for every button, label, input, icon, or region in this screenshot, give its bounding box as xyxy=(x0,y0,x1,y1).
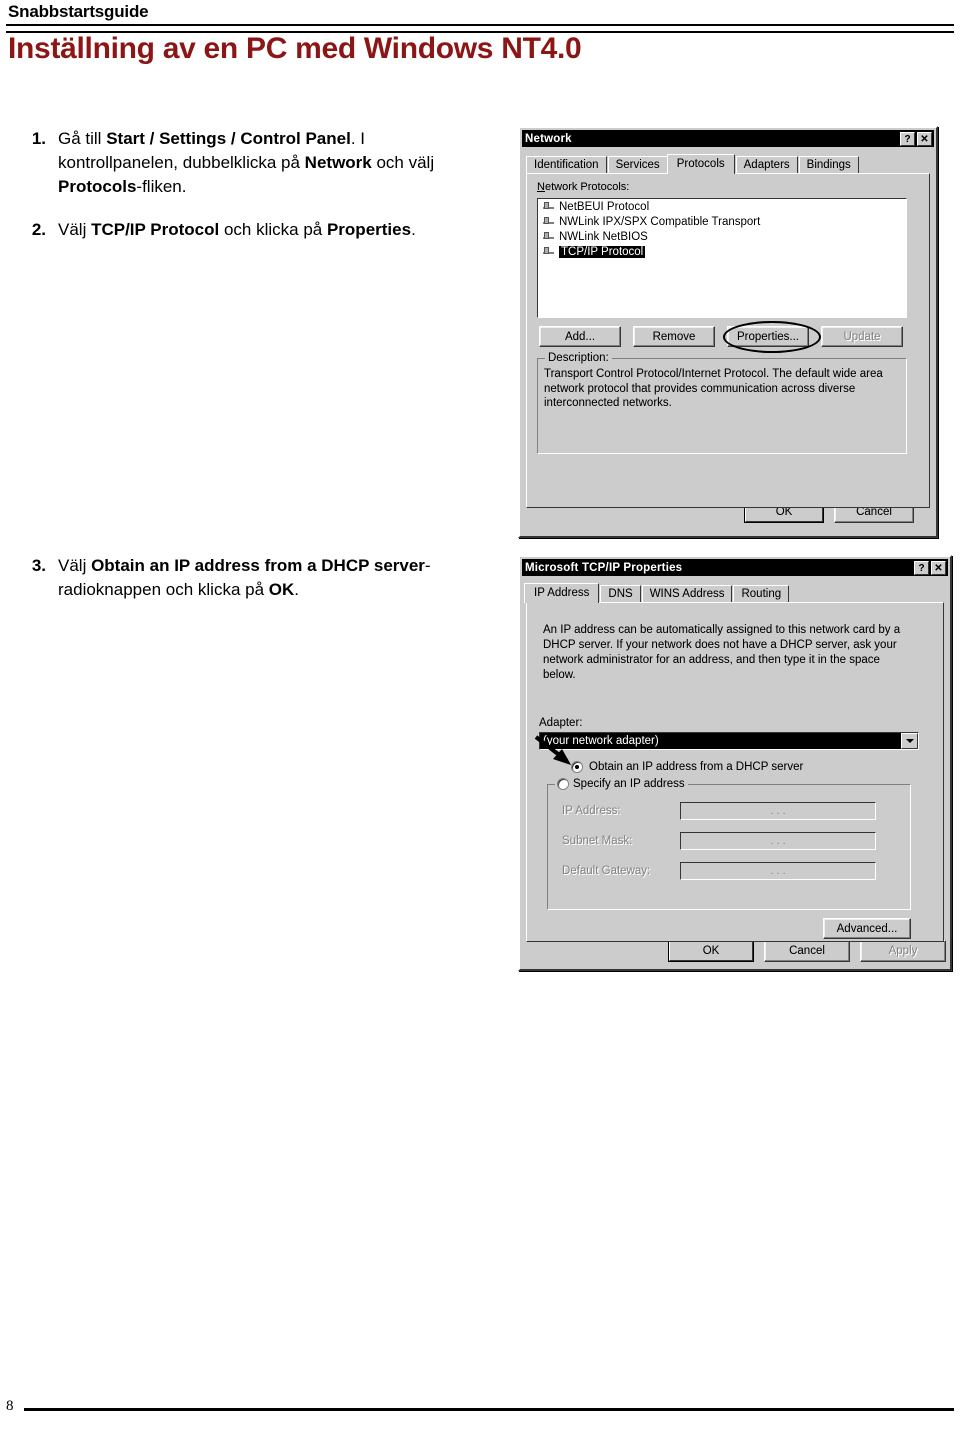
tab-identification[interactable]: Identification xyxy=(526,156,607,173)
default-gateway-label: Default Gateway: xyxy=(562,865,651,877)
update-button: Update xyxy=(821,326,903,347)
page-title: Inställning av en PC med Windows NT4.0 xyxy=(8,32,582,65)
ip-address-info-text: An IP address can be automatically assig… xyxy=(543,624,901,681)
protocol-icon xyxy=(542,216,555,228)
adapter-selected-value: (your network adapter) xyxy=(540,733,901,749)
protocols-tab-page: Network Protocols: NetBEUI Protocol NWLi… xyxy=(526,173,930,508)
advanced-button[interactable]: Advanced... xyxy=(823,918,911,939)
step-number: 3. xyxy=(31,556,46,575)
remove-button[interactable]: Remove xyxy=(633,326,715,347)
tab-ip-address[interactable]: IP Address xyxy=(524,583,600,603)
help-icon[interactable]: ? xyxy=(914,560,929,575)
step-number: 2. xyxy=(31,220,46,239)
page-number: 8 xyxy=(6,1398,14,1414)
step-text: Gå till Start / Settings / Control Panel… xyxy=(58,129,435,197)
tab-protocols[interactable]: Protocols xyxy=(666,154,735,174)
add-button-label: Add... xyxy=(564,330,596,343)
network-protocols-label: Network Protocols: xyxy=(537,181,630,193)
network-dialog-tabstrip: Identification Services Protocols Adapte… xyxy=(526,153,936,174)
remove-button-label: Remove xyxy=(652,330,696,343)
default-gateway-field-value: . . . xyxy=(770,865,786,877)
properties-button-label: Properties... xyxy=(737,330,799,343)
running-head: Snabbstartsguide xyxy=(8,2,149,21)
footer-divider xyxy=(24,1408,954,1411)
default-gateway-field: . . . xyxy=(680,862,876,880)
step-text: Välj Obtain an IP address from a DHCP se… xyxy=(58,556,431,600)
tcpip-ok-button[interactable]: OK xyxy=(668,940,754,962)
list-item-label: NetBEUI Protocol xyxy=(559,200,650,213)
radio-obtain-dhcp-label: Obtain an IP address from a DHCP server xyxy=(589,761,804,773)
network-protocols-listbox[interactable]: NetBEUI Protocol NWLink IPX/SPX Compatib… xyxy=(537,198,907,318)
tcpip-apply-label: Apply xyxy=(888,945,918,957)
ip-address-field-value: . . . xyxy=(770,805,786,817)
tab-routing[interactable]: Routing xyxy=(733,585,790,602)
radio-obtain-dhcp[interactable]: Obtain an IP address from a DHCP server xyxy=(571,761,803,773)
protocol-icon xyxy=(542,231,555,243)
advanced-button-label: Advanced... xyxy=(836,922,898,935)
radio-specify-ip-indicator[interactable] xyxy=(557,778,569,790)
list-item-selected[interactable]: TCP/IP Protocol xyxy=(538,244,906,259)
adapter-combobox[interactable]: (your network adapter) xyxy=(539,732,919,750)
tcpip-dialog-tabstrip: IP Address DNS WINS Address Routing xyxy=(524,582,950,603)
network-dialog-screenshot: Network ? ✕ Identification Services Prot… xyxy=(518,126,938,538)
close-icon[interactable]: ✕ xyxy=(931,560,946,575)
description-groupbox-label: Description: xyxy=(545,352,612,364)
instruction-step-2: 2. Välj TCP/IP Protocol och klicka på Pr… xyxy=(28,218,468,242)
ip-address-label: IP Address: xyxy=(562,805,621,817)
adapter-label: Adapter: xyxy=(539,717,583,729)
list-item-label: NWLink IPX/SPX Compatible Transport xyxy=(559,215,761,228)
list-item-label: NWLink NetBIOS xyxy=(559,230,648,243)
instruction-step-3: 3. Välj Obtain an IP address from a DHCP… xyxy=(28,554,468,602)
subnet-mask-field-value: . . . xyxy=(770,835,786,847)
list-item[interactable]: NetBEUI Protocol xyxy=(538,199,906,214)
step-number: 1. xyxy=(31,129,46,148)
tab-services[interactable]: Services xyxy=(607,156,668,173)
description-text: Transport Control Protocol/Internet Prot… xyxy=(544,368,883,410)
specify-ip-groupbox: Specify an IP address IP Address: . . . … xyxy=(547,778,911,910)
tcpip-cancel-button[interactable]: Cancel xyxy=(764,940,850,962)
network-protocols-label-text: etwork Protocols: xyxy=(544,181,630,193)
protocol-icon xyxy=(542,246,555,258)
radio-specify-ip-label: Specify an IP address xyxy=(555,778,688,790)
help-icon[interactable]: ? xyxy=(900,131,915,146)
network-dialog-titlebar: Network ? ✕ xyxy=(522,130,934,147)
properties-button[interactable]: Properties... xyxy=(727,326,809,347)
tcpip-dialog-titlebar: Microsoft TCP/IP Properties ? ✕ xyxy=(522,559,948,576)
radio-obtain-dhcp-indicator[interactable] xyxy=(571,761,583,773)
close-icon[interactable]: ✕ xyxy=(917,131,932,146)
tab-bindings[interactable]: Bindings xyxy=(798,156,859,173)
tab-dns[interactable]: DNS xyxy=(600,585,641,602)
tab-wins-address[interactable]: WINS Address xyxy=(641,585,733,602)
subnet-mask-label: Subnet Mask: xyxy=(562,835,633,847)
step-text: Välj TCP/IP Protocol och klicka på Prope… xyxy=(58,220,416,239)
list-item-label: TCP/IP Protocol xyxy=(559,245,646,258)
tcpip-ok-label: OK xyxy=(702,945,720,957)
instruction-step-1: 1. Gå till Start / Settings / Control Pa… xyxy=(28,127,468,199)
list-item[interactable]: NWLink NetBIOS xyxy=(538,229,906,244)
network-dialog-title: Network xyxy=(525,132,572,145)
ip-address-tab-page: An IP address can be automatically assig… xyxy=(526,602,944,942)
protocol-icon xyxy=(542,201,555,213)
subnet-mask-field: . . . xyxy=(680,832,876,850)
tcpip-cancel-label: Cancel xyxy=(789,945,825,957)
ip-address-field: . . . xyxy=(680,802,876,820)
tcpip-dialog-title: Microsoft TCP/IP Properties xyxy=(525,561,683,574)
chevron-down-icon[interactable] xyxy=(901,733,918,749)
list-item[interactable]: NWLink IPX/SPX Compatible Transport xyxy=(538,214,906,229)
description-groupbox: Description: Transport Control Protocol/… xyxy=(537,352,907,454)
tcpip-apply-button: Apply xyxy=(860,940,946,962)
tab-adapters[interactable]: Adapters xyxy=(735,156,798,173)
update-button-label: Update xyxy=(843,330,881,343)
tcpip-properties-dialog-screenshot: Microsoft TCP/IP Properties ? ✕ IP Addre… xyxy=(518,555,952,971)
add-button[interactable]: Add... xyxy=(539,326,621,347)
